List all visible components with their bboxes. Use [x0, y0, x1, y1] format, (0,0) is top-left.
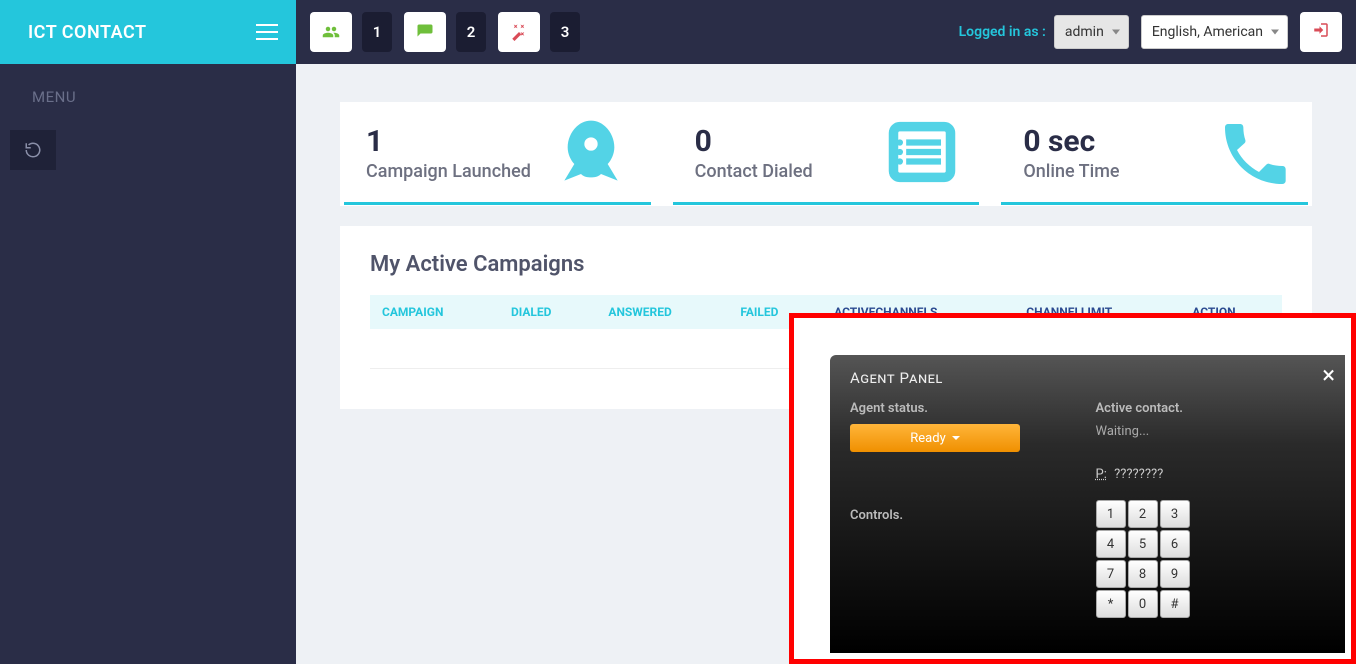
key-9[interactable]: 9	[1160, 560, 1190, 588]
stats-row: 1 Campaign Launched 0 Contact Dialed 0 s…	[340, 102, 1312, 206]
key-2[interactable]: 2	[1128, 500, 1158, 528]
sidebar-header: ICT CONTACT	[0, 0, 296, 64]
logout-button[interactable]	[1300, 12, 1342, 52]
list-icon	[875, 114, 969, 194]
step-1-button[interactable]: 1	[310, 12, 392, 52]
rocket-icon	[541, 114, 641, 198]
language-select-value: English, American	[1152, 24, 1263, 40]
active-contact-label: Active contact.	[1096, 401, 1328, 416]
key-hash[interactable]: #	[1160, 590, 1190, 618]
user-select[interactable]: admin	[1054, 15, 1129, 49]
key-7[interactable]: 7	[1096, 560, 1126, 588]
campaigns-title: My Active Campaigns	[370, 252, 1282, 277]
agent-status-value: Ready	[910, 431, 945, 446]
agent-status-dropdown[interactable]: Ready	[850, 424, 1020, 452]
step-number: 2	[456, 12, 486, 52]
language-select[interactable]: English, American	[1141, 15, 1288, 49]
step-number: 1	[362, 12, 392, 52]
phone-value: ????????	[1114, 467, 1163, 482]
topbar: 1 2 3 Logged in as : admin English, Amer…	[296, 0, 1356, 64]
sidebar-refresh-button[interactable]	[10, 130, 56, 170]
key-4[interactable]: 4	[1096, 530, 1126, 558]
agent-panel: × Agent Panel Agent status. Ready Contro…	[830, 355, 1345, 653]
chat-icon	[404, 12, 446, 52]
stat-card-dialed: 0 Contact Dialed	[673, 106, 980, 202]
stat-card-campaign: 1 Campaign Launched	[344, 106, 651, 202]
logout-icon	[1312, 21, 1330, 43]
phone-icon	[1212, 114, 1298, 198]
hamburger-icon[interactable]	[256, 24, 278, 40]
step-buttons: 1 2 3	[310, 12, 580, 52]
logged-in-label: Logged in as :	[959, 24, 1046, 40]
waiting-text: Waiting...	[1096, 424, 1328, 439]
wand-icon	[498, 12, 540, 52]
agent-panel-title: Agent Panel	[850, 369, 1327, 387]
key-8[interactable]: 8	[1128, 560, 1158, 588]
col-campaign[interactable]: CAMPAIGN	[370, 295, 499, 329]
col-dialed[interactable]: DIALED	[499, 295, 596, 329]
phone-line: P: ????????	[1096, 467, 1328, 482]
key-5[interactable]: 5	[1128, 530, 1158, 558]
refresh-icon	[24, 141, 42, 159]
key-0[interactable]: 0	[1128, 590, 1158, 618]
stat-card-online: 0 sec Online Time	[1001, 106, 1308, 202]
key-3[interactable]: 3	[1160, 500, 1190, 528]
step-number: 3	[550, 12, 580, 52]
key-1[interactable]: 1	[1096, 500, 1126, 528]
dial-keypad: 1 2 3 4 5 6 7 8 9 * 0 #	[1096, 500, 1328, 618]
step-3-button[interactable]: 3	[498, 12, 580, 52]
controls-label: Controls.	[850, 508, 1082, 523]
step-2-button[interactable]: 2	[404, 12, 486, 52]
key-6[interactable]: 6	[1160, 530, 1190, 558]
user-select-value: admin	[1065, 24, 1104, 40]
agent-panel-highlight-frame: × Agent Panel Agent status. Ready Contro…	[789, 313, 1356, 664]
users-icon	[310, 12, 352, 52]
brand-logo: ICT CONTACT	[28, 22, 147, 43]
col-answered[interactable]: ANSWERED	[596, 295, 728, 329]
menu-section-label: MENU	[0, 64, 296, 130]
close-icon[interactable]: ×	[1322, 361, 1335, 389]
key-star[interactable]: *	[1096, 590, 1126, 618]
sidebar: ICT CONTACT MENU	[0, 0, 296, 664]
agent-status-label: Agent status.	[850, 401, 1082, 416]
phone-prefix: P:	[1096, 467, 1107, 482]
